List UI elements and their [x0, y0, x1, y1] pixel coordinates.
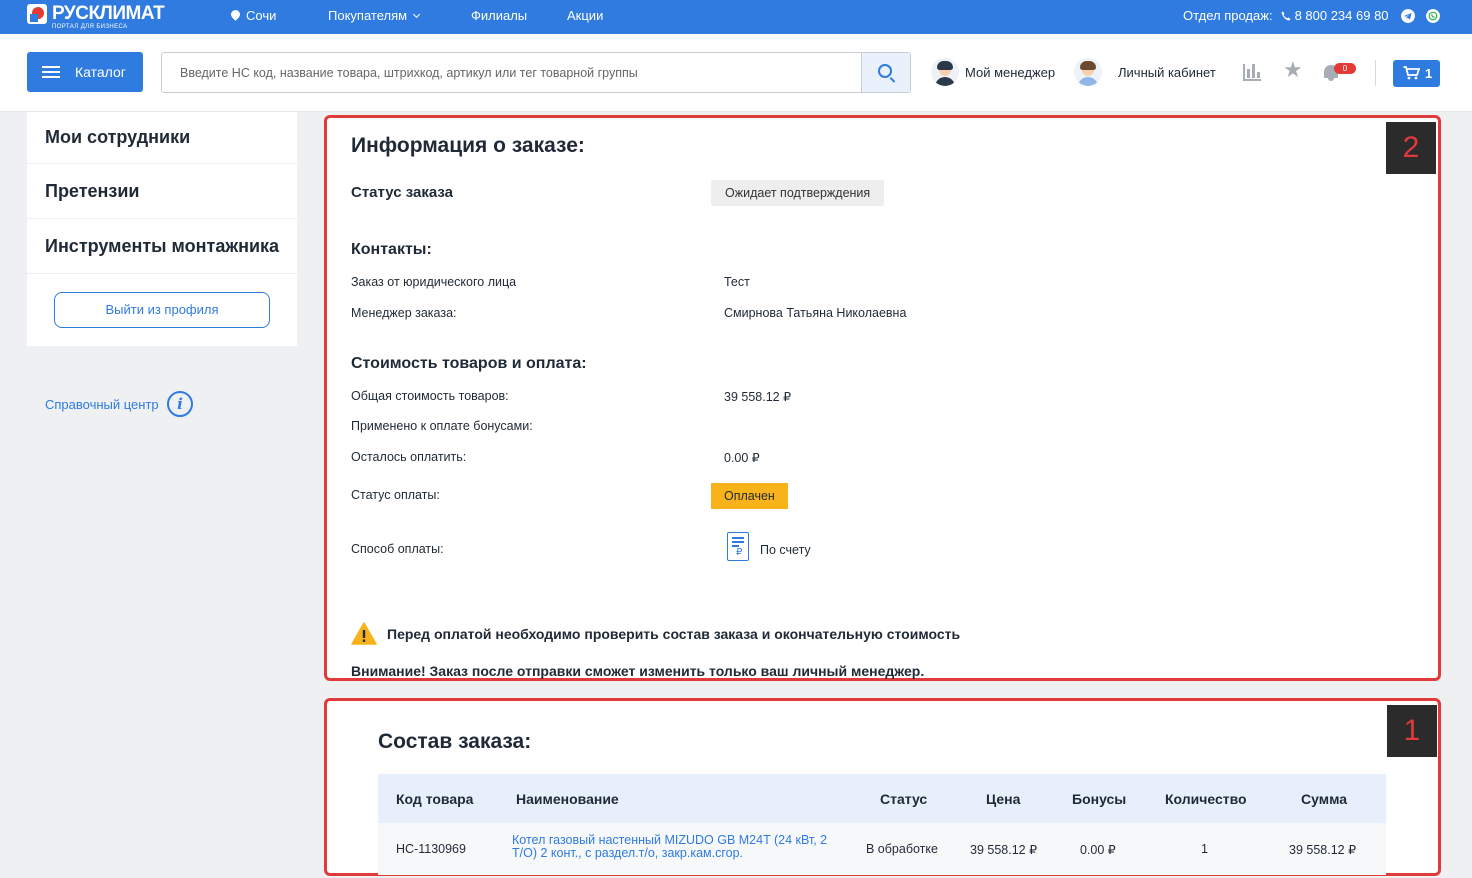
- total-cost-value: 39 558.12 ₽: [724, 390, 792, 404]
- column-header: Код товара: [396, 791, 474, 807]
- invoice-document-icon: ₽: [727, 532, 749, 561]
- sidebar-item-installer-tools[interactable]: Инструменты монтажника: [27, 219, 297, 274]
- order-info-title: Информация о заказе:: [351, 134, 585, 157]
- table-row: НС-1130969 Котел газовый настенный MIZUD…: [378, 823, 1386, 875]
- item-code: НС-1130969: [396, 842, 466, 856]
- account-avatar-icon[interactable]: [1074, 58, 1102, 86]
- notifications-count-badge: 0: [1334, 63, 1356, 74]
- column-header: Статус: [880, 791, 928, 807]
- sidebar-item-claims[interactable]: Претензии: [27, 164, 297, 219]
- warning-icon: [351, 622, 377, 645]
- item-quantity: 1: [1201, 842, 1208, 856]
- cart-count: 1: [1425, 66, 1433, 81]
- personal-account-link[interactable]: Личный кабинет: [1118, 65, 1216, 80]
- annotation-mark: 1: [1387, 705, 1437, 757]
- city-label: Сочи: [246, 8, 277, 23]
- payment-method-label: Способ оплаты:: [351, 542, 444, 556]
- payment-status-label: Статус оплаты:: [351, 488, 440, 502]
- order-manager-label: Менеджер заказа:: [351, 306, 457, 320]
- help-center-link[interactable]: Справочный центр: [45, 397, 159, 412]
- items-table-header: Код товара Наименование Статус Цена Бону…: [378, 774, 1386, 823]
- nav-promotions[interactable]: Акции: [567, 8, 603, 23]
- annotation-mark: 2: [1386, 122, 1436, 174]
- search-input[interactable]: [162, 53, 862, 92]
- legal-entity-value: Тест: [724, 275, 750, 289]
- search-button[interactable]: [861, 53, 910, 92]
- catalog-button[interactable]: Каталог: [27, 52, 143, 92]
- item-price: 39 558.12 ₽: [970, 843, 1038, 857]
- item-name-link[interactable]: Котел газовый настенный MIZUDO GB M24T (…: [512, 834, 827, 860]
- column-header: Наименование: [516, 791, 619, 807]
- logout-button[interactable]: Выйти из профиля: [54, 292, 270, 328]
- payment-method-value: По счету: [760, 543, 811, 557]
- search-icon: [878, 64, 892, 78]
- telegram-icon[interactable]: [1401, 9, 1415, 23]
- whatsapp-icon[interactable]: [1426, 9, 1440, 23]
- nav-buyers-label: Покупателям: [328, 8, 408, 23]
- logo-subtitle: ПОРТАЛ ДЛЯ БИЗНЕСА: [52, 24, 128, 30]
- legal-entity-label: Заказ от юридического лица: [351, 275, 517, 289]
- remaining-label: Осталось оплатить:: [351, 450, 467, 464]
- item-name-line: Т/О) 2 конт., с раздел.т/о, закр.кам.сго…: [512, 846, 743, 860]
- main-header: Каталог Мой менеджер Личный кабинет ★ 0 …: [0, 34, 1472, 112]
- bonus-applied-label: Применено к оплате бонусами:: [351, 419, 533, 433]
- info-icon[interactable]: i: [167, 391, 193, 417]
- item-bonus: 0.00 ₽: [1080, 843, 1116, 857]
- column-header: Цена: [986, 791, 1021, 807]
- sidebar-item-employees[interactable]: Мои сотрудники: [27, 112, 297, 164]
- order-items-panel: 1 Состав заказа: Код товара Наименование…: [324, 698, 1441, 876]
- logo[interactable]: РУСКЛИМАТ ПОРТАЛ ДЛЯ БИЗНЕСА: [27, 3, 165, 30]
- profile-sidebar: Мои сотрудники Претензии Инструменты мон…: [27, 112, 297, 346]
- order-manager-value: Смирнова Татьяна Николаевна: [724, 306, 907, 320]
- cart-icon: [1403, 66, 1420, 80]
- catalog-label: Каталог: [75, 64, 126, 80]
- analytics-chart-icon[interactable]: [1243, 64, 1261, 81]
- manager-avatar-icon[interactable]: [931, 58, 959, 86]
- top-bar: РУСКЛИМАТ ПОРТАЛ ДЛЯ БИЗНЕСА Сочи Покупа…: [0, 0, 1472, 34]
- phone-number[interactable]: 8 800 234 69 80: [1295, 8, 1389, 23]
- remaining-value: 0.00 ₽: [724, 451, 760, 465]
- nav-buyers[interactable]: Покупателям: [328, 8, 421, 23]
- location-pin-icon: [229, 8, 242, 21]
- cost-payment-title: Стоимость товаров и оплата:: [351, 355, 587, 372]
- my-manager-link[interactable]: Мой менеджер: [965, 65, 1055, 80]
- item-sum: 39 558.12 ₽: [1289, 843, 1357, 857]
- menu-icon: [42, 66, 60, 78]
- item-status: В обработке: [866, 842, 938, 856]
- logo-icon: [27, 4, 47, 24]
- warning-text: Перед оплатой необходимо проверить соста…: [387, 626, 961, 642]
- order-items-title: Состав заказа:: [378, 730, 532, 753]
- column-header: Бонусы: [1072, 791, 1127, 807]
- logo-name: РУСКЛИМАТ: [52, 3, 165, 24]
- column-header: Сумма: [1301, 791, 1348, 807]
- favorites-star-icon[interactable]: ★: [1283, 59, 1303, 81]
- payment-status-badge: Оплачен: [711, 483, 788, 509]
- header-divider: [1375, 60, 1376, 86]
- chevron-down-icon: [413, 10, 421, 19]
- order-info-panel: 2 Информация о заказе: Статус заказа Ожи…: [324, 115, 1441, 681]
- city-selector[interactable]: Сочи: [229, 8, 277, 23]
- cart-button[interactable]: 1: [1393, 60, 1440, 87]
- total-cost-label: Общая стоимость товаров:: [351, 389, 509, 403]
- sales-label: Отдел продаж:: [1183, 8, 1273, 23]
- notice-text: Внимание! Заказ после отправки сможет из…: [351, 663, 925, 679]
- order-status-badge: Ожидает подтверждения: [711, 180, 885, 206]
- phone-icon: [1281, 11, 1291, 21]
- column-header: Количество: [1165, 791, 1247, 807]
- contacts-title: Контакты:: [351, 241, 432, 258]
- order-status-label: Статус заказа: [351, 184, 453, 201]
- sales-department: Отдел продаж: 8 800 234 69 80: [1183, 8, 1389, 23]
- nav-branches[interactable]: Филиалы: [471, 8, 527, 23]
- search-bar: [161, 52, 911, 93]
